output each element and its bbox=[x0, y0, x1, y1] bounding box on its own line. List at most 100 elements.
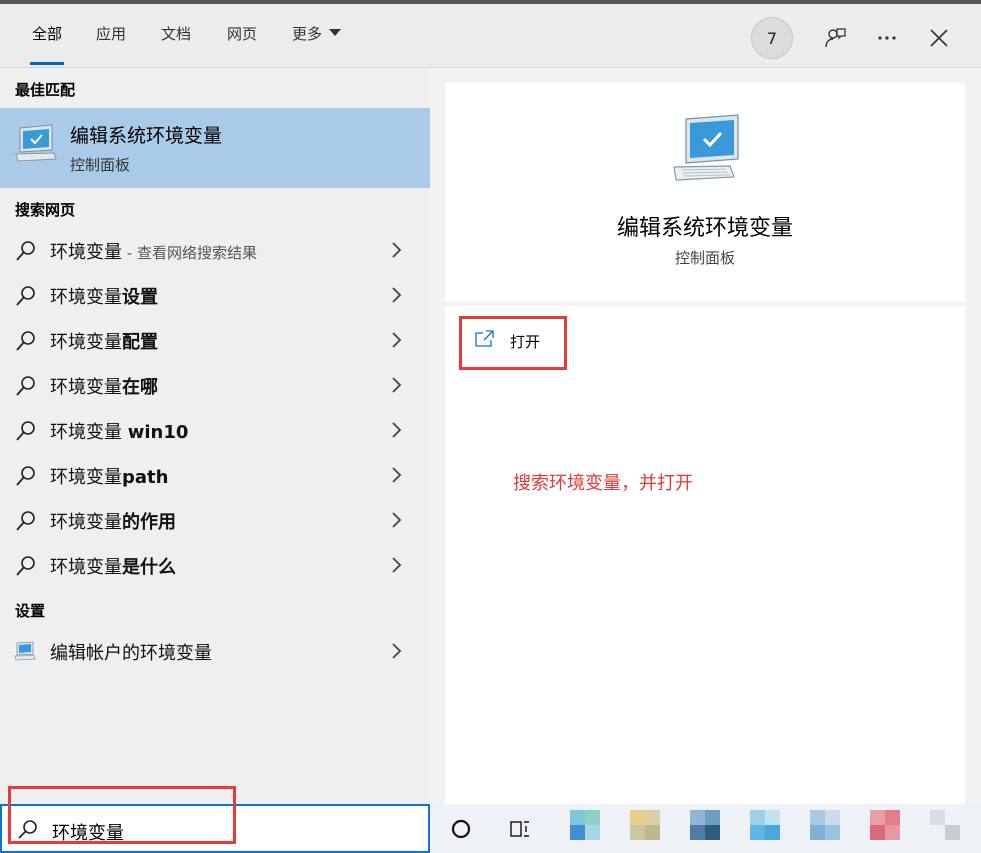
section-best-match: 最佳匹配 bbox=[15, 81, 76, 99]
close-icon bbox=[930, 29, 948, 47]
results-panel: 最佳匹配 编辑系统环境变量 控制面板 搜索网页 环境变量 - 查看网络搜索结果环… bbox=[0, 68, 430, 804]
search-icon bbox=[16, 421, 35, 441]
search-tab-bar: 全部 应用 文档 网页 更多 7 bbox=[0, 4, 981, 68]
chevron-right-icon bbox=[392, 242, 402, 258]
web-result-prefix: 环境变量 bbox=[50, 512, 122, 533]
web-result-prefix: 环境变量 bbox=[50, 287, 122, 308]
computer-icon bbox=[15, 124, 57, 162]
web-result-highlight: 的作用 bbox=[122, 512, 176, 533]
taskbar-pinned-apps[interactable] bbox=[568, 810, 978, 850]
web-result-label: 环境变量 win10 bbox=[50, 418, 188, 444]
search-icon-wrap bbox=[14, 329, 38, 357]
web-result-highlight: 是什么 bbox=[122, 557, 176, 578]
web-result-prefix: 环境变量 bbox=[50, 377, 122, 398]
detail-app-subtitle: 控制面板 bbox=[674, 249, 735, 267]
feedback-icon bbox=[825, 28, 846, 48]
web-result-label: 环境变量 - 查看网络搜索结果 bbox=[50, 238, 257, 264]
detail-app-title: 编辑系统环境变量 bbox=[616, 216, 793, 241]
web-result-item[interactable]: 环境变量在哪 bbox=[0, 363, 430, 408]
tab-documents[interactable]: 文档 bbox=[161, 4, 191, 67]
search-highlight-box bbox=[8, 786, 236, 844]
web-result-label: 环境变量设置 bbox=[50, 283, 158, 309]
web-result-item[interactable]: 环境变量配置 bbox=[0, 318, 430, 363]
web-result-label: 环境变量path bbox=[50, 463, 168, 489]
chevron-right-icon bbox=[392, 422, 402, 438]
search-icon-wrap bbox=[14, 464, 38, 492]
web-result-item[interactable]: 环境变量path bbox=[0, 453, 430, 498]
chevron-wrap bbox=[390, 331, 402, 353]
settings-result-label: 编辑帐户的环境变量 bbox=[50, 643, 212, 664]
open-external-icon bbox=[475, 330, 494, 347]
chevron-wrap bbox=[390, 376, 402, 398]
tab-apps[interactable]: 应用 bbox=[96, 4, 126, 67]
web-result-highlight: path bbox=[122, 467, 169, 488]
open-action[interactable]: 打开 bbox=[473, 326, 563, 362]
search-icon bbox=[16, 511, 35, 531]
web-result-highlight: 配置 bbox=[122, 332, 158, 353]
detail-panel: 编辑系统环境变量 控制面板 打开 搜索环境变量，并打开 bbox=[430, 68, 981, 804]
chevron-right-icon bbox=[392, 557, 402, 573]
web-result-prefix: 环境变量 bbox=[50, 332, 122, 353]
search-icon bbox=[16, 331, 35, 351]
web-result-label: 环境变量是什么 bbox=[50, 553, 176, 579]
app-computer-icon bbox=[673, 114, 739, 181]
search-icon bbox=[16, 556, 35, 576]
web-result-prefix: 环境变量 bbox=[50, 557, 122, 578]
search-icon-wrap bbox=[14, 509, 38, 537]
chevron-wrap bbox=[390, 511, 402, 533]
search-icon bbox=[16, 286, 35, 306]
web-result-prefix: 环境变量 bbox=[50, 467, 122, 488]
cortana-icon[interactable] bbox=[450, 818, 472, 840]
web-result-prefix: 环境变量 bbox=[50, 242, 122, 263]
search-icon-wrap bbox=[14, 374, 38, 402]
web-result-label: 环境变量的作用 bbox=[50, 508, 176, 534]
chevron-wrap bbox=[390, 556, 402, 578]
web-result-highlight: 在哪 bbox=[122, 377, 158, 398]
settings-result-item[interactable]: 编辑帐户的环境变量 bbox=[0, 629, 430, 674]
web-result-item[interactable]: 环境变量的作用 bbox=[0, 498, 430, 543]
search-icon-wrap bbox=[14, 284, 38, 312]
search-icon-wrap bbox=[14, 554, 38, 582]
tab-all[interactable]: 全部 bbox=[29, 4, 65, 67]
ellipsis-icon bbox=[878, 36, 896, 40]
settings-computer-icon bbox=[14, 641, 36, 661]
search-icon-wrap bbox=[14, 239, 38, 267]
web-result-highlight: 设置 bbox=[122, 287, 158, 308]
feedback-button[interactable] bbox=[818, 21, 852, 55]
web-result-item[interactable]: 环境变量是什么 bbox=[0, 543, 430, 588]
web-result-item[interactable]: 环境变量 - 查看网络搜索结果 bbox=[0, 228, 430, 273]
chevron-right-icon bbox=[392, 643, 402, 659]
chevron-right-icon bbox=[392, 332, 402, 348]
task-view-icon[interactable] bbox=[508, 817, 532, 841]
web-result-highlight: win10 bbox=[127, 422, 189, 443]
web-result-hint: - 查看网络搜索结果 bbox=[122, 244, 257, 262]
best-match-title: 编辑系统环境变量 bbox=[70, 125, 223, 147]
chevron-wrap bbox=[390, 241, 402, 263]
annotation-text: 搜索环境变量，并打开 bbox=[513, 473, 693, 494]
search-icon bbox=[16, 466, 35, 486]
close-button[interactable] bbox=[922, 21, 956, 55]
web-result-item[interactable]: 环境变量设置 bbox=[0, 273, 430, 318]
search-icon-wrap bbox=[14, 419, 38, 447]
chevron-wrap bbox=[390, 421, 402, 443]
web-result-item[interactable]: 环境变量 win10 bbox=[0, 408, 430, 453]
detail-header-card: 编辑系统环境变量 控制面板 bbox=[445, 83, 965, 302]
more-options-button[interactable] bbox=[870, 21, 904, 55]
tab-web[interactable]: 网页 bbox=[227, 4, 257, 67]
search-icon bbox=[16, 376, 35, 396]
web-result-label: 环境变量在哪 bbox=[50, 373, 158, 399]
section-settings: 设置 bbox=[15, 602, 46, 620]
chevron-right-icon bbox=[392, 512, 402, 528]
section-search-web: 搜索网页 bbox=[15, 201, 76, 219]
rewards-badge[interactable]: 7 bbox=[751, 17, 793, 59]
web-result-prefix: 环境变量 bbox=[50, 422, 128, 443]
chevron-right-icon bbox=[392, 467, 402, 483]
chevron-right-icon bbox=[392, 377, 402, 393]
tab-more[interactable]: 更多 bbox=[292, 4, 342, 67]
caret-down-icon bbox=[329, 29, 342, 36]
best-match-subtitle: 控制面板 bbox=[70, 156, 131, 174]
tab-more-label: 更多 bbox=[292, 25, 323, 43]
chevron-wrap bbox=[390, 286, 402, 308]
best-match-item[interactable]: 编辑系统环境变量 控制面板 bbox=[0, 108, 430, 188]
detail-actions-card: 打开 搜索环境变量，并打开 bbox=[445, 306, 965, 804]
